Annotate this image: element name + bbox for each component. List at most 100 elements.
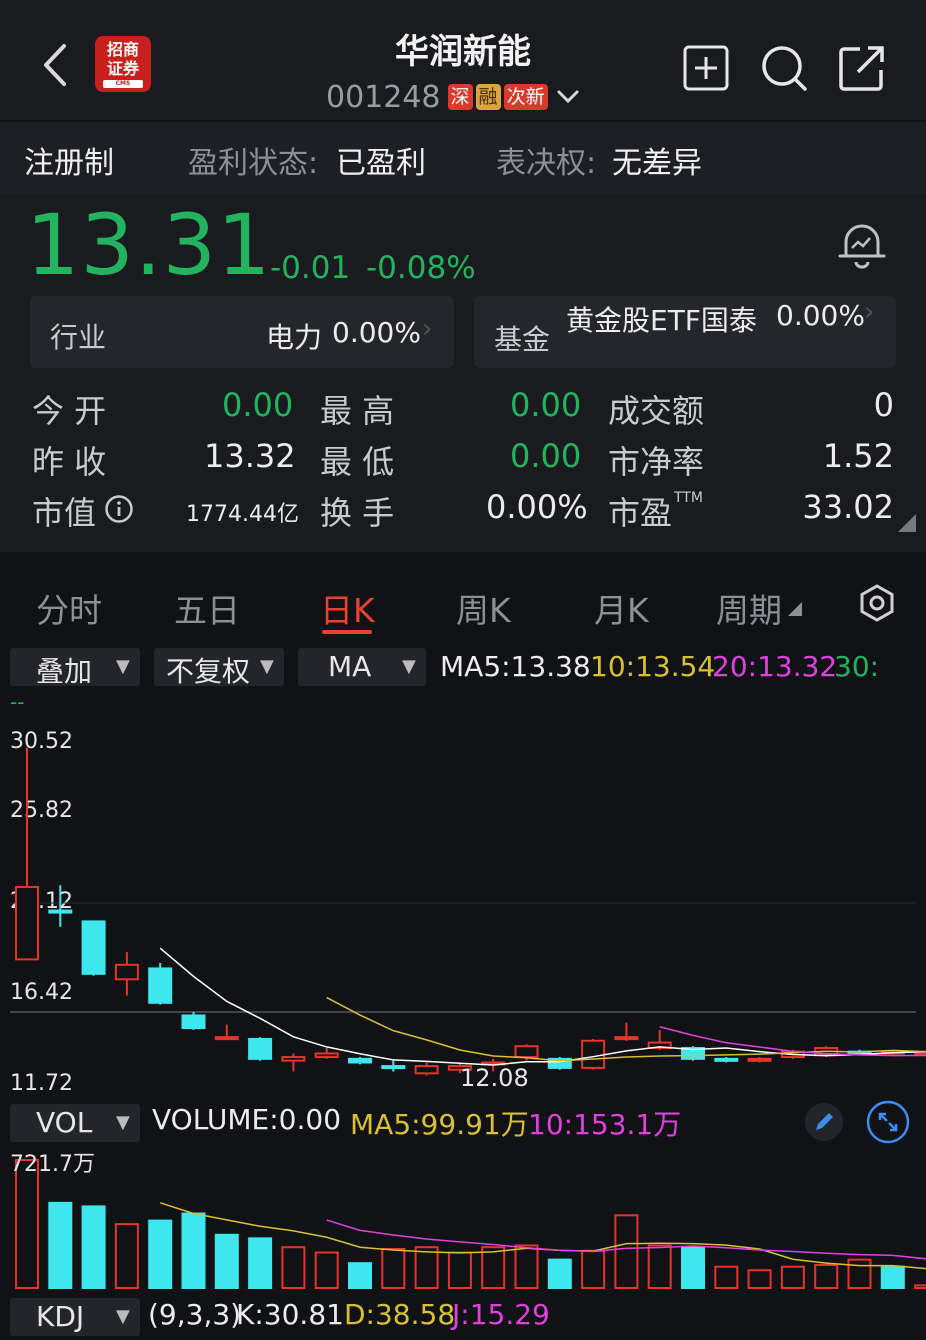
volume-bar bbox=[747, 1269, 772, 1289]
fund-chevron-icon: › bbox=[864, 297, 875, 327]
fund-box[interactable]: 基金 黄金股ETF国泰 0.00% › bbox=[474, 296, 896, 368]
volume-bar bbox=[114, 1223, 139, 1289]
chevron-down-icon[interactable] bbox=[555, 84, 581, 110]
caret-down-icon: ▼ bbox=[116, 1306, 130, 1327]
low-price-marker: 12.08 bbox=[460, 1064, 529, 1092]
tab-weekly-k[interactable]: 周K bbox=[456, 584, 511, 632]
volume-bar bbox=[414, 1246, 439, 1289]
candle-body bbox=[714, 1057, 739, 1062]
volume-bar bbox=[447, 1251, 472, 1289]
stock-code: 001248 bbox=[326, 79, 441, 115]
tab-period[interactable]: 周期 bbox=[716, 584, 782, 632]
stock-code-line[interactable]: 001248 深 融 次新 bbox=[326, 79, 581, 115]
volume-bar bbox=[647, 1244, 672, 1289]
candle-body bbox=[381, 1065, 406, 1070]
listing-info-bar: 注册制 盈利状态: 已盈利 表决权: 无差异 bbox=[0, 122, 926, 194]
industry-box[interactable]: 行业 电力 0.00% › bbox=[30, 296, 454, 368]
candle-body bbox=[181, 1014, 206, 1030]
fund-label: 基金 bbox=[494, 323, 551, 356]
prev-close-label: 昨 收 bbox=[32, 443, 107, 481]
volume-bar bbox=[780, 1265, 805, 1289]
volume-bar bbox=[81, 1205, 106, 1289]
overlay-label: 叠加 bbox=[36, 655, 93, 688]
info-icon[interactable] bbox=[104, 494, 134, 524]
market-cap-label: 市值 bbox=[32, 494, 97, 532]
industry-label: 行业 bbox=[50, 321, 107, 354]
voting-rights-label: 表决权: bbox=[496, 146, 597, 181]
volume-bar bbox=[681, 1246, 705, 1289]
ma5-line bbox=[159, 947, 926, 1066]
search-icon[interactable] bbox=[760, 44, 808, 92]
price-alert-icon[interactable] bbox=[836, 218, 888, 270]
kdj-indicator-dropdown[interactable]: KDJ ▼ bbox=[10, 1298, 140, 1336]
adjust-label: 不复权 bbox=[166, 655, 251, 688]
fullscreen-icon[interactable] bbox=[866, 1100, 910, 1144]
candle-body bbox=[614, 1036, 639, 1041]
market-tag-sz: 深 bbox=[447, 84, 473, 110]
volume-bar bbox=[514, 1244, 539, 1289]
voting-rights-value: 无差异 bbox=[612, 146, 702, 181]
tab-daily-k[interactable]: 日K bbox=[320, 584, 375, 632]
volume-indicator-label: VOL bbox=[36, 1106, 93, 1139]
margin-tag: 融 bbox=[475, 84, 501, 110]
ma30-label: 30: bbox=[834, 650, 880, 683]
volume-bar bbox=[847, 1258, 872, 1289]
volume-bar bbox=[547, 1258, 572, 1289]
volume-bar bbox=[814, 1263, 839, 1289]
volume-indicator-dropdown[interactable]: VOL ▼ bbox=[10, 1104, 140, 1142]
volume-bar bbox=[148, 1219, 173, 1289]
indicator-dropdown[interactable]: MA ▼ bbox=[298, 648, 426, 686]
last-price: 13.31 bbox=[26, 196, 272, 294]
candle-body bbox=[114, 963, 139, 981]
settings-icon[interactable] bbox=[858, 584, 896, 622]
fund-pct: 0.00% bbox=[776, 299, 865, 332]
expand-corner-icon[interactable] bbox=[898, 514, 916, 532]
edit-icon[interactable] bbox=[804, 1102, 844, 1142]
volume-ma10: 10:153.1万 bbox=[528, 1108, 682, 1141]
kdj-indicator-label: KDJ bbox=[36, 1300, 85, 1333]
adjust-dropdown[interactable]: 不复权 ▼ bbox=[154, 648, 284, 688]
turnover-label: 成交额 bbox=[608, 392, 705, 430]
volume-bar bbox=[481, 1246, 506, 1289]
tab-monthly-k[interactable]: 月K bbox=[594, 584, 649, 632]
high-value: 0.00 bbox=[510, 386, 582, 424]
volume-bar bbox=[714, 1265, 739, 1289]
turnover-value: 0 bbox=[873, 386, 894, 424]
kdj-d-value: D:38.58 bbox=[344, 1298, 456, 1331]
profit-status-value: 已盈利 bbox=[336, 146, 426, 181]
caret-down-icon: ▼ bbox=[402, 656, 416, 677]
open-label: 今 开 bbox=[32, 392, 107, 430]
prev-close-value: 13.32 bbox=[204, 437, 296, 475]
tab-intraday[interactable]: 分时 bbox=[36, 584, 102, 632]
low-label: 最 低 bbox=[320, 443, 395, 481]
tab-five-day[interactable]: 五日 bbox=[174, 584, 240, 632]
caret-down-icon: ▼ bbox=[116, 656, 130, 677]
open-value: 0.00 bbox=[222, 386, 294, 424]
candle-body bbox=[581, 1039, 606, 1069]
candle-body bbox=[248, 1037, 273, 1060]
candle-body bbox=[15, 886, 39, 961]
kline-chart[interactable] bbox=[0, 690, 926, 1340]
volume-bar bbox=[914, 1284, 926, 1289]
ma20-value: 20:13.32 bbox=[712, 650, 838, 683]
price-change-pct: -0.08% bbox=[366, 250, 476, 286]
overlay-dropdown[interactable]: 叠加 ▼ bbox=[10, 648, 140, 688]
price-change: -0.01 bbox=[270, 250, 351, 286]
candle-body bbox=[214, 1036, 239, 1041]
ma10-value: 10:13.54 bbox=[590, 650, 716, 683]
pe-ttm-sup: TTM bbox=[674, 490, 703, 506]
volume-bar bbox=[214, 1233, 239, 1289]
fund-name: 黄金股ETF国泰 bbox=[566, 304, 757, 337]
share-icon[interactable] bbox=[838, 44, 886, 92]
volume-bar bbox=[581, 1249, 606, 1289]
volume-ma5-line bbox=[159, 1202, 926, 1270]
new-stock-tag: 次新 bbox=[503, 84, 548, 110]
industry-pct: 0.00% bbox=[332, 316, 421, 349]
add-watchlist-icon[interactable] bbox=[682, 44, 730, 92]
pb-value: 1.52 bbox=[822, 437, 894, 475]
low-value: 0.00 bbox=[510, 437, 582, 475]
industry-chevron-icon: › bbox=[422, 314, 433, 344]
broker-logo-sub: CMS bbox=[103, 80, 143, 88]
high-label: 最 高 bbox=[320, 392, 395, 430]
profit-status-label: 盈利状态: bbox=[188, 146, 319, 181]
